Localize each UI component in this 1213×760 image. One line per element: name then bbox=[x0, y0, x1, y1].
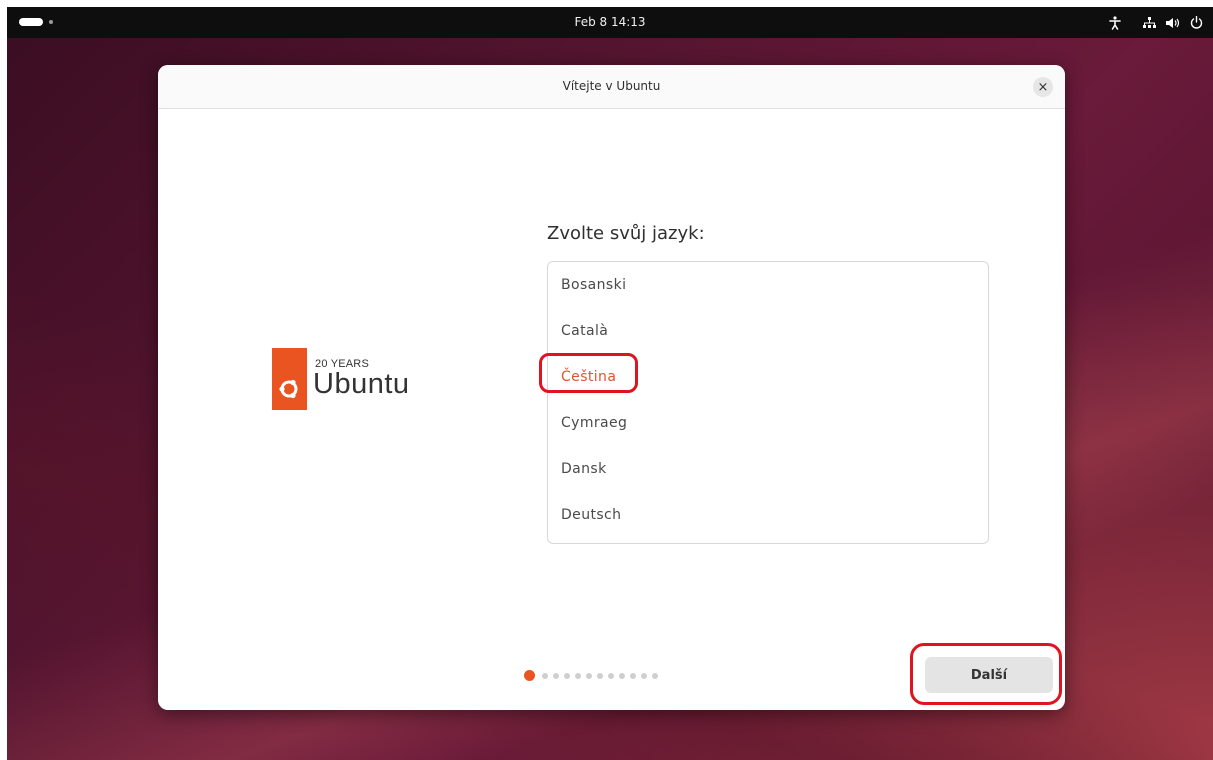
logo-square bbox=[272, 348, 307, 410]
welcome-dialog: Vítejte v Ubuntu × 20 YEARS Ubuntu Zvolt… bbox=[158, 65, 1065, 710]
language-item-selected[interactable]: Čeština bbox=[548, 354, 988, 400]
close-icon: × bbox=[1037, 79, 1049, 95]
page-dot bbox=[641, 672, 647, 679]
power-icon bbox=[1190, 16, 1203, 29]
clock[interactable]: Feb 8 14:13 bbox=[7, 7, 1213, 38]
top-bar: Feb 8 14:13 bbox=[7, 7, 1213, 38]
language-list[interactable]: Bosanski Català Čeština Cymraeg Dansk De… bbox=[547, 261, 989, 544]
page-dot bbox=[564, 672, 570, 679]
network-icon bbox=[1143, 16, 1156, 29]
language-item[interactable]: Català bbox=[548, 308, 988, 354]
system-tray bbox=[1109, 7, 1203, 38]
page-dot bbox=[542, 672, 548, 679]
accessibility-icon[interactable] bbox=[1109, 15, 1121, 30]
page-dot bbox=[553, 672, 559, 679]
page-dot bbox=[608, 672, 614, 679]
page-indicator bbox=[524, 670, 658, 681]
dialog-header: Vítejte v Ubuntu × bbox=[158, 65, 1065, 109]
desktop-screen: Feb 8 14:13 Vítejte v Ubuntu × 20 YEARS … bbox=[7, 7, 1213, 760]
page-dot bbox=[630, 672, 636, 679]
language-item[interactable]: Cymraeg bbox=[548, 400, 988, 446]
language-prompt: Zvolte svůj jazyk: bbox=[547, 223, 705, 244]
volume-icon bbox=[1166, 17, 1180, 29]
page-dot-active bbox=[524, 670, 535, 681]
language-item[interactable]: Bosanski bbox=[548, 262, 988, 308]
page-dot bbox=[586, 672, 592, 679]
page-dot bbox=[575, 672, 581, 679]
page-dot bbox=[652, 672, 658, 679]
close-button[interactable]: × bbox=[1033, 77, 1053, 97]
status-menu[interactable] bbox=[1143, 16, 1203, 29]
ubuntu-logo: 20 YEARS Ubuntu bbox=[272, 348, 442, 410]
page-dot bbox=[597, 672, 603, 679]
language-item[interactable]: Dansk bbox=[548, 446, 988, 492]
page-dot bbox=[619, 672, 625, 679]
dialog-title: Vítejte v Ubuntu bbox=[562, 79, 661, 93]
language-item[interactable]: Deutsch bbox=[548, 492, 988, 538]
next-button[interactable]: Další bbox=[925, 657, 1053, 693]
logo-wordmark: Ubuntu bbox=[313, 368, 410, 400]
